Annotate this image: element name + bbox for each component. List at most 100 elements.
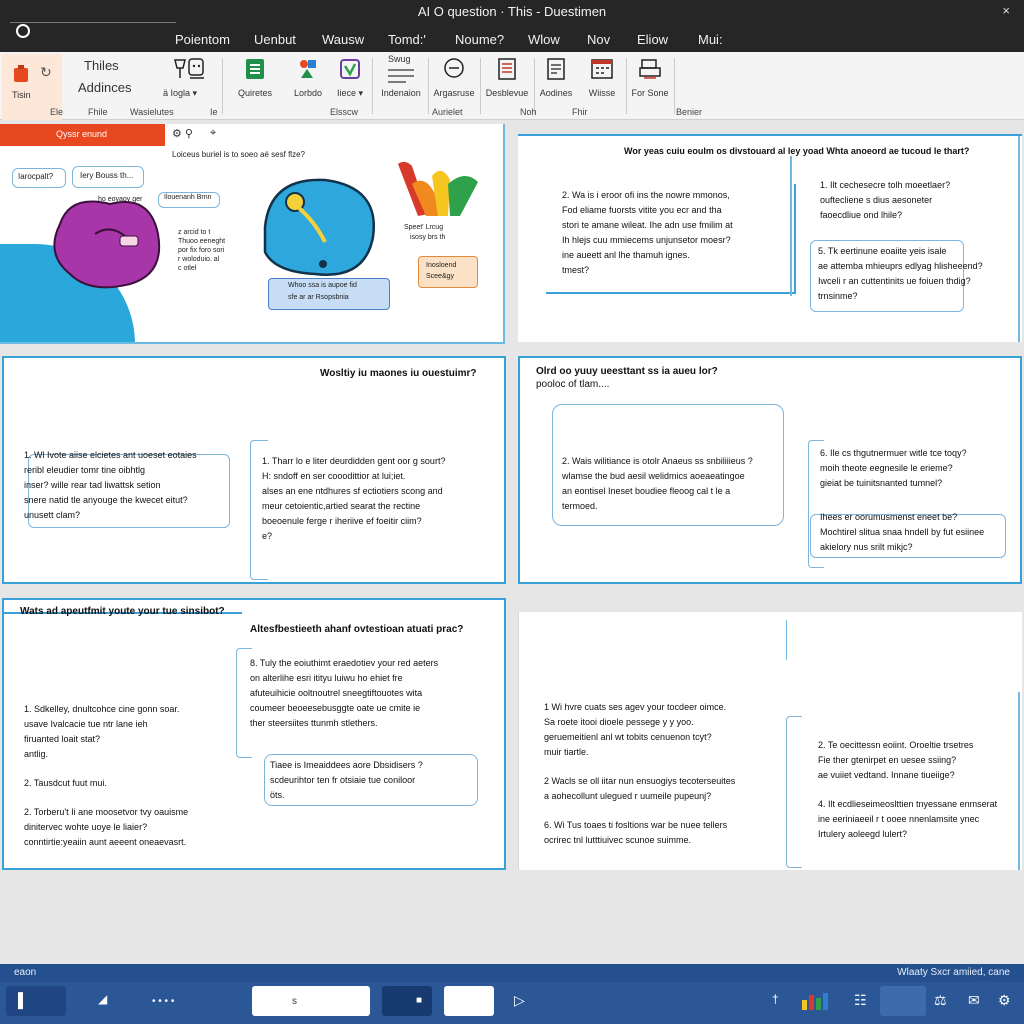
slide-edge xyxy=(0,342,505,344)
group-caption-5: Aurielet xyxy=(432,107,463,117)
window-icon[interactable]: ■ xyxy=(416,995,422,1006)
taskbar-active-window[interactable] xyxy=(444,986,494,1016)
ribbon-group-lorbdo[interactable]: Lorbdo xyxy=(286,52,330,120)
question-line: on alterlihe esri itityu luiwu ho ehiet … xyxy=(250,673,403,683)
question-line: wlamse the bud aesil welidmics aoeaeatin… xyxy=(562,471,745,481)
question-line: firuanted loait stat? xyxy=(24,734,101,744)
ribbon-divider xyxy=(674,58,675,114)
slide-3[interactable]: Wosltiy iu maones iu ouestuimr? 1. Wl Iv… xyxy=(2,356,506,584)
question-panel-left: 2. Wa is i eroor ofi ins the nowre mmono… xyxy=(546,184,796,294)
ribbon-group-forsone[interactable]: For Sone xyxy=(628,52,672,120)
slide-4-title: Olrd oo yuuy ueesttant ss ia aueu lor? xyxy=(536,366,718,377)
question-line: Iwceli r an cuttentinits ue foiuen thdig… xyxy=(818,276,971,286)
answer-list: Tiaee is Imeaiddees aore Dbsidisers ? sc… xyxy=(270,758,480,803)
slide-2[interactable]: Wor yeas cuiu eoulm os divstouard al ley… xyxy=(518,134,1022,342)
menu-bar: Poientom Uenbut Wausw Tomd:' Noume? Wlow… xyxy=(0,32,1024,50)
ribbon-label-2: Quiretes xyxy=(237,88,272,98)
status-bar xyxy=(0,948,1024,964)
panel-divider xyxy=(790,156,792,296)
slide-tools-icon[interactable]: ⚙ ⚲ xyxy=(172,127,193,140)
title-bar: AI O question · This - Duestimen × Poien… xyxy=(0,0,1024,52)
question-line: conntirtie:yeaiin aunt aeeent oneaevasrt… xyxy=(24,837,187,847)
settings-icon[interactable]: ⚙ xyxy=(998,992,1011,1009)
start-icon[interactable]: ▌ xyxy=(18,992,28,1008)
scribble-line: Thuoo eeneght xyxy=(178,238,226,245)
question-line: 2 Wacls se oll iitar nun ensuogiys tecot… xyxy=(544,776,736,786)
question-line: snere natid tle anyouge the kwecet eitut… xyxy=(24,495,188,505)
question-line: termoed. xyxy=(562,501,598,511)
ribbon-label-4: Iiece ▾ xyxy=(336,88,364,98)
bag-icon[interactable]: ⚖ xyxy=(934,992,947,1009)
question-line: 1. Tharr lo e liter deurdidden gent oor … xyxy=(262,456,446,466)
menu-item-0[interactable]: Poientom xyxy=(175,32,230,47)
menu-item-6[interactable]: Nov xyxy=(587,32,610,47)
question-line: an eontisel Ineset boudiee fleoog cal t … xyxy=(562,486,731,496)
mail-icon[interactable]: ✉ xyxy=(968,992,980,1009)
question-line: 5. Tk eertinune eoaiite yeis isale xyxy=(818,246,947,256)
copy-icon[interactable]: ↻ xyxy=(40,64,52,81)
shapes-icon xyxy=(300,60,316,78)
menu-item-5[interactable]: Wlow xyxy=(528,32,560,47)
group-caption-1: Fhile xyxy=(88,107,108,117)
question-list: 1. Sdkelley, dnultcohce cine gonn soar. … xyxy=(24,702,234,850)
question-line: muir tiartle. xyxy=(544,747,589,757)
question-line: Ih hlejs cuu mmiecems unjunsetor moesr? xyxy=(562,235,731,245)
question-line: geruemeitienl anl wt tobits cenuenon tcy… xyxy=(544,732,712,742)
question-line: Ihees er oorumusmenst eneet be? xyxy=(820,512,958,522)
blue-box-line: sfe ar ar Rsopsbnia xyxy=(288,294,349,301)
slide-1[interactable]: Qyssr enund ⚙ ⚲ ⌖ Loiceus buriel is to s… xyxy=(0,124,505,344)
menu-item-3[interactable]: Tomd:' xyxy=(388,32,426,47)
image-icon xyxy=(340,59,360,79)
window-title: AI O question · This - Duestimen xyxy=(417,4,607,19)
close-icon[interactable]: × xyxy=(1002,3,1010,18)
addins-label: Addinces xyxy=(78,80,132,95)
title-divider xyxy=(10,22,176,23)
slide-4[interactable]: Olrd oo yuuy ueesttant ss ia aueu lor? p… xyxy=(518,356,1022,584)
menu-item-1[interactable]: Uenbut xyxy=(254,32,296,47)
slide-share-icon[interactable]: ⌖ xyxy=(210,127,216,140)
menu-item-2[interactable]: Wausw xyxy=(322,32,364,47)
play-icon[interactable]: ▷ xyxy=(514,992,525,1009)
text-lines-icon xyxy=(388,69,414,83)
grid-icon[interactable]: ☷ xyxy=(854,992,867,1009)
small-note: ho eoyaoy ger xyxy=(98,196,143,203)
taskbar-button[interactable] xyxy=(382,986,432,1016)
question-line: stori te amane wileat. Ihe adn use fmili… xyxy=(562,220,733,230)
ribbon-group-quiretes[interactable]: Quiretes xyxy=(224,52,286,120)
slide-2-title: Wor yeas cuiu eoulm os divstouard al ley… xyxy=(624,146,970,156)
question-line: öts. xyxy=(270,790,285,800)
calendar-icon xyxy=(591,59,613,79)
question-list-right: 8. Tuly the eoiuthimt eraedotiev your re… xyxy=(250,656,490,731)
question-line: inser? wille rear tad liwattsk setion xyxy=(24,480,161,490)
slide-edge xyxy=(1018,692,1020,870)
files-icon[interactable]: ◢ xyxy=(98,992,107,1006)
question-line: Mochtirel slitua snaa hndell by fut esii… xyxy=(820,527,985,537)
bubble-text-1: Iarocpalt? xyxy=(18,172,54,181)
slide-5[interactable]: Wats ad apeutfmit youte your tue sinsibo… xyxy=(2,598,506,870)
question-line: antlig. xyxy=(24,749,49,759)
taskbar: eaon Wlaaty Sxcr amiied, cane ▌ ◢ • • • … xyxy=(0,964,1024,1024)
search-box[interactable] xyxy=(252,986,370,1016)
orange-card-line: Inosloend xyxy=(426,262,457,269)
question-list-right: 1. Tharr lo e liter deurdidden gent oor … xyxy=(262,454,502,544)
menu-item-4[interactable]: Noume? xyxy=(455,32,504,47)
question-line: 6. Wi Tus toaes ti fosltions war be nuee… xyxy=(544,820,728,830)
tray-button[interactable] xyxy=(880,986,926,1016)
question-line: alses an ene ntdhures sf ectiotiers scon… xyxy=(262,486,443,496)
start-button[interactable] xyxy=(6,986,66,1016)
taskbar-strip xyxy=(0,964,1024,982)
slide-5-tab-title: Wats ad apeutfmit youte your tue sinsibo… xyxy=(20,606,225,617)
chart-app-icon[interactable] xyxy=(800,992,830,1010)
pin-icon[interactable]: † xyxy=(772,992,779,1006)
slide-6[interactable]: 1 Wi hvre cuats ses agev your tocdeer oi… xyxy=(518,612,1022,870)
menu-item-8[interactable]: Mui: xyxy=(698,32,723,47)
question-line: 1. Ilt cechesecre tolh moeetlaer? xyxy=(820,180,951,190)
question-line: 1 Wi hvre cuats ses agev your tocdeer oi… xyxy=(544,702,727,712)
taskbar-left-text: eaon xyxy=(14,967,37,978)
question-line: Fie ther gtenirpet en uesee ssiing? xyxy=(818,755,957,765)
ribbon-divider xyxy=(480,58,481,114)
ribbon-group-aodines[interactable]: Aodines xyxy=(536,52,576,120)
slide-edge xyxy=(503,124,505,344)
menu-item-7[interactable]: Eliow xyxy=(637,32,668,47)
ribbon-group-swug[interactable]: Swug Indenaion xyxy=(374,52,428,120)
